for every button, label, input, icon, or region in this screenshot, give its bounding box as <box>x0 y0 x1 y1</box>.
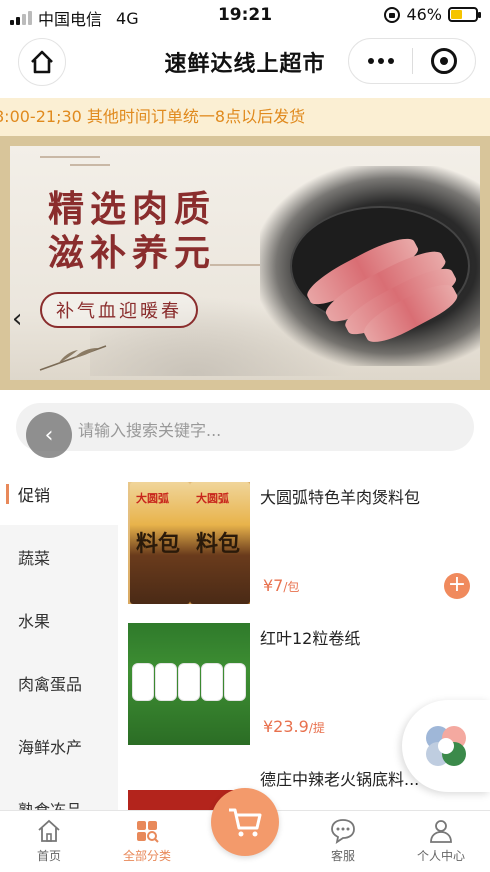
close-miniprogram-button[interactable] <box>413 48 475 74</box>
bamboo-leaf-decoration <box>39 345 107 371</box>
category-item-vegetables[interactable]: 蔬菜 <box>0 525 118 588</box>
tab-categories[interactable]: 全部分类 <box>102 815 192 864</box>
tab-service[interactable]: 客服 <box>298 815 388 864</box>
more-button[interactable] <box>349 58 412 64</box>
cart-button[interactable] <box>211 788 279 856</box>
category-sidebar: 促销 蔬菜 水果 肉禽蛋品 海鲜水产 熟食冻品 <box>0 462 118 810</box>
status-bar: 中国电信 4G 19:21 46% <box>0 0 490 30</box>
chevron-left-icon: ‹ <box>12 304 23 334</box>
menu-capsule <box>348 38 476 84</box>
search-input[interactable]: 请输入搜索关键字... <box>78 417 221 441</box>
battery-percent: 46% <box>406 5 442 24</box>
nav-bar: 速鲜达线上超市 <box>0 30 490 94</box>
product-name: 红叶12粒卷纸 <box>260 629 361 648</box>
add-to-cart-button[interactable]: + <box>444 573 470 599</box>
product-name: 大圆弧特色羊肉煲料包 <box>260 488 421 507</box>
user-icon <box>430 820 452 843</box>
product-name: 德庄中辣老火锅底料... <box>260 770 420 789</box>
back-float-button[interactable]: ‹ <box>26 412 72 458</box>
cart-icon <box>229 808 262 837</box>
more-icon <box>367 58 374 64</box>
tab-profile[interactable]: 个人中心 <box>396 815 486 864</box>
product-image: 大圆弧 料包 大圆弧 料包 <box>128 482 250 604</box>
service-logo-icon <box>426 726 466 766</box>
home-icon <box>38 819 60 842</box>
category-icon <box>137 821 159 843</box>
customer-service-float-button[interactable] <box>402 700 490 792</box>
product-price: ¥7/包 <box>263 576 300 595</box>
plus-icon: + <box>447 572 467 597</box>
notice-bar: 8:00-21;30 其他时间订单统一8点以后发货 <box>0 98 490 136</box>
battery-icon <box>448 7 481 22</box>
category-item-deli-frozen[interactable]: 熟食冻品 <box>0 777 118 811</box>
category-item-promotion[interactable]: 促销 <box>0 462 118 525</box>
search-bar[interactable]: 请输入搜索关键字... <box>16 403 474 451</box>
category-item-meat-eggs[interactable]: 肉禽蛋品 <box>0 651 118 714</box>
category-item-fruit[interactable]: 水果 <box>0 588 118 651</box>
product-image <box>128 623 250 745</box>
product-card[interactable]: 大圆弧 料包 大圆弧 料包 大圆弧特色羊肉煲料包 ¥7/包 + <box>118 462 490 604</box>
product-price: ¥23.9/提 <box>263 717 325 736</box>
banner-title-2: 滋补养元 <box>48 232 217 274</box>
category-item-seafood[interactable]: 海鲜水产 <box>0 714 118 777</box>
banner-seal: 补气血迎暖春 <box>40 292 198 328</box>
rotation-lock-icon <box>384 6 401 23</box>
notice-text: 8:00-21;30 其他时间订单统一8点以后发货 <box>0 107 306 126</box>
promo-banner[interactable]: 精选肉质 滋补养元 补气血迎暖春 ‹ <box>0 136 490 390</box>
tab-home[interactable]: 首页 <box>4 815 94 864</box>
back-icon: ‹ <box>44 422 54 448</box>
close-target-icon <box>430 48 457 74</box>
chat-icon <box>331 819 355 844</box>
